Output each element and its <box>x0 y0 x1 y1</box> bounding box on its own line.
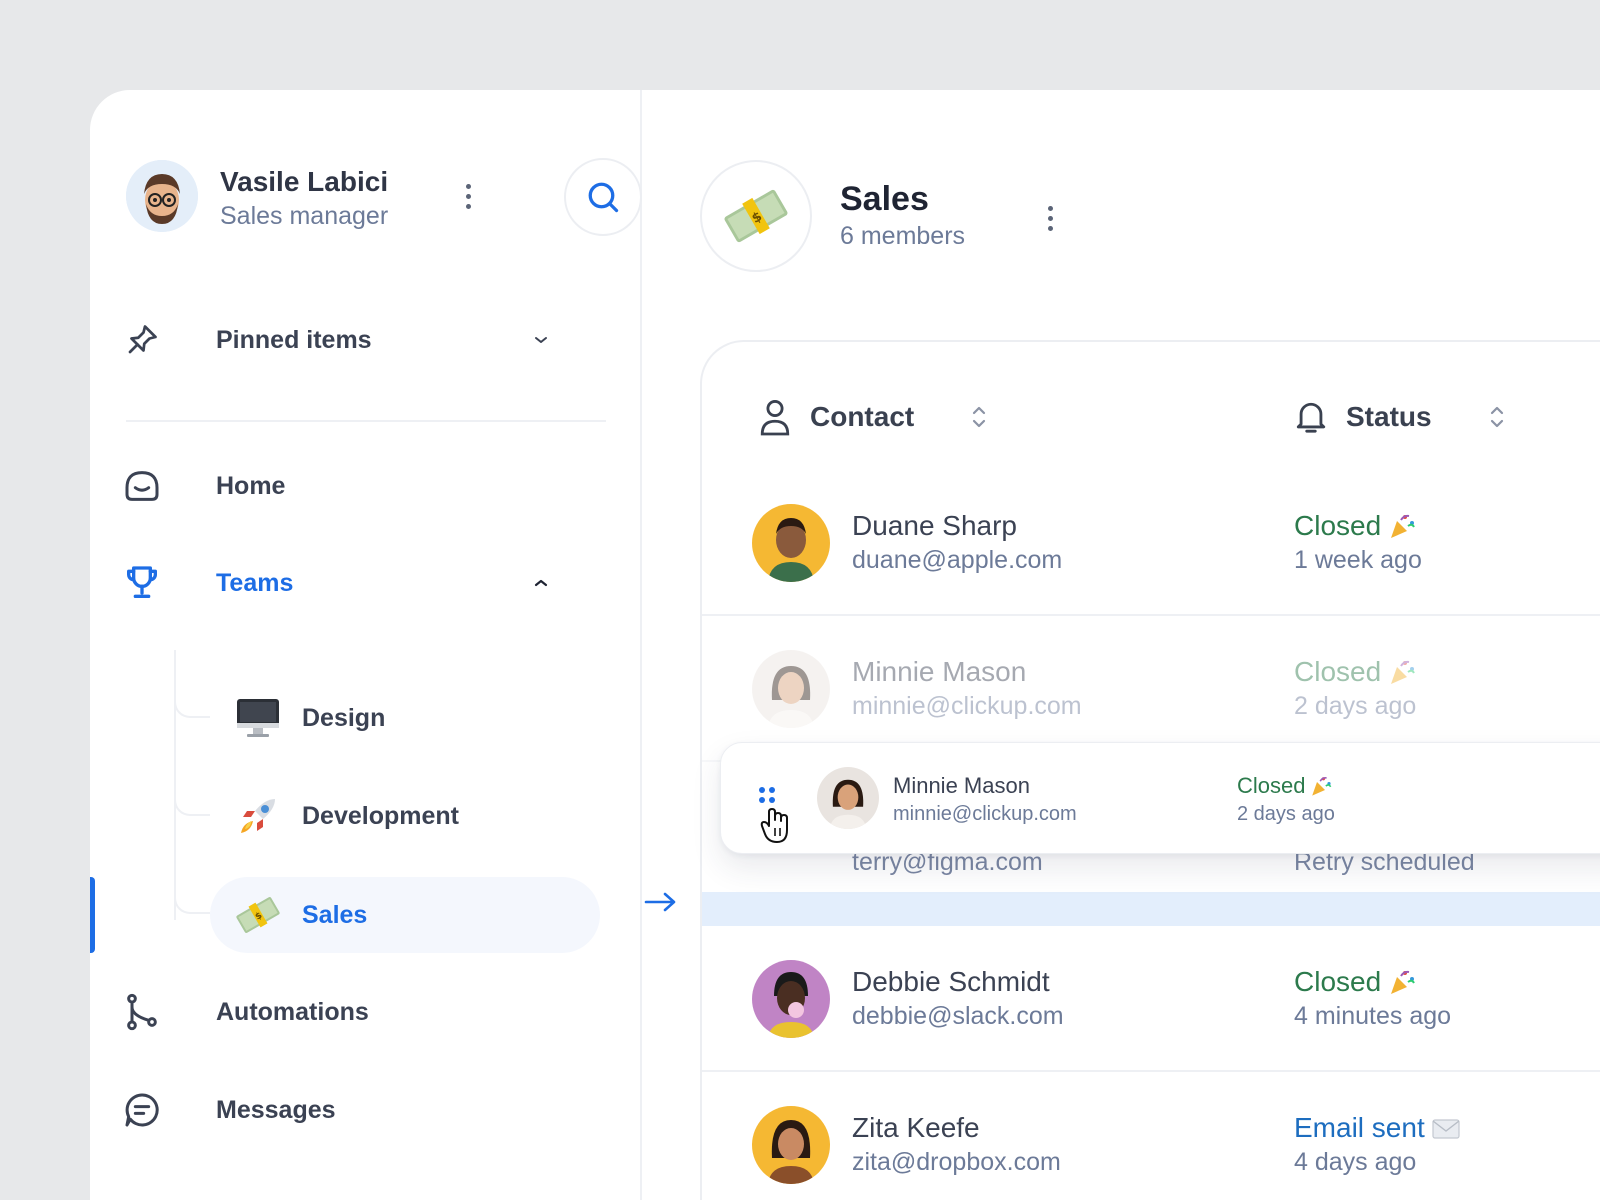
status-time: 1 week ago <box>1294 546 1422 574</box>
status-label: Closed <box>1294 510 1382 541</box>
status-time: 4 minutes ago <box>1294 1002 1452 1030</box>
drop-target-indicator <box>702 892 1600 926</box>
avatar <box>752 650 830 728</box>
money-icon: $ <box>234 891 282 939</box>
avatar <box>752 960 830 1038</box>
contact-name: Zita Keefe <box>852 1112 980 1143</box>
status-label: Closed <box>1294 656 1382 687</box>
column-header-status[interactable]: Status <box>1294 392 1506 442</box>
party-popper-icon <box>1391 514 1416 538</box>
chevron-up-icon[interactable] <box>530 572 552 594</box>
sort-icon[interactable] <box>1488 403 1506 431</box>
contact-email: duane@apple.com <box>852 546 1063 574</box>
contact-email: minnie@clickup.com <box>852 692 1082 720</box>
status-time: 2 days ago <box>1294 692 1417 720</box>
table-row[interactable]: Debbie Schmidt debbie@slack.com Closed 4… <box>702 926 1600 1072</box>
search-icon <box>588 182 619 213</box>
team-item-design[interactable]: Design <box>210 680 600 756</box>
nav-automations[interactable]: Automations <box>120 982 620 1042</box>
dragged-row[interactable]: Minnie Mason minnie@clickup.com Closed 2… <box>720 742 1600 854</box>
chevron-down-icon[interactable] <box>530 329 552 351</box>
column-header-contact[interactable]: Contact <box>758 392 988 442</box>
member-count: 6 members <box>840 222 966 250</box>
status-label: Closed <box>1294 966 1382 997</box>
team-item-sales[interactable]: $ Sales <box>210 877 600 953</box>
message-icon <box>120 1088 164 1132</box>
contact-name: Duane Sharp <box>852 510 1018 541</box>
divider <box>126 420 606 422</box>
column-label: Contact <box>810 401 915 432</box>
arrow-right-icon <box>644 890 678 919</box>
team-more-icon[interactable] <box>1038 198 1062 238</box>
pin-icon <box>120 318 164 362</box>
team-item-label: Design <box>302 703 386 732</box>
contact-name: Debbie Schmidt <box>852 966 1050 997</box>
trophy-icon <box>120 561 164 605</box>
user-profile: Vasile Labici Sales manager <box>126 158 642 240</box>
contact-name: Minnie Mason <box>852 656 1027 687</box>
status-badge: Closed <box>1294 966 1417 998</box>
status-time: 4 days ago <box>1294 1148 1417 1176</box>
party-popper-icon <box>1391 660 1416 684</box>
person-icon <box>760 400 790 436</box>
nav-label: Teams <box>216 568 294 597</box>
table-row[interactable]: Duane Sharp duane@apple.com Closed 1 wee… <box>702 470 1600 616</box>
table-row[interactable]: Minnie Mason minnie@clickup.com Closed 2… <box>702 616 1600 762</box>
status-badge: Closed <box>1294 510 1417 542</box>
status-badge: Email sent <box>1294 1112 1461 1144</box>
team-item-label: Development <box>302 801 459 830</box>
sort-icon[interactable] <box>970 403 988 431</box>
tree-branch <box>174 794 210 816</box>
party-popper-icon <box>1312 777 1332 796</box>
nav-messages[interactable]: Messages <box>120 1080 620 1140</box>
nav-pinned-items[interactable]: Pinned items <box>120 310 620 370</box>
tree-branch <box>174 892 210 914</box>
contact-email: zita@dropbox.com <box>852 1148 1061 1176</box>
status-badge: Closed <box>1294 656 1417 688</box>
desktop-computer-icon <box>234 694 282 742</box>
nav-label: Pinned items <box>216 325 372 354</box>
nav-label: Messages <box>216 1095 336 1124</box>
envelope-icon <box>1432 1119 1460 1139</box>
active-indicator <box>90 877 95 953</box>
profile-role: Sales manager <box>220 202 389 230</box>
status-time: 2 days ago <box>1237 803 1335 825</box>
tree-branch <box>174 696 210 718</box>
nav-teams[interactable]: Teams <box>120 553 620 613</box>
status-label: Closed <box>1237 773 1306 798</box>
avatar[interactable] <box>126 160 198 232</box>
rocket-icon <box>234 792 282 840</box>
app-window: Vasile Labici Sales manager Pinned items <box>90 90 1600 1200</box>
grab-cursor-icon <box>760 806 794 851</box>
profile-name: Vasile Labici <box>220 166 389 197</box>
contact-email: minnie@clickup.com <box>893 803 1077 825</box>
nav-label: Automations <box>216 997 369 1026</box>
home-icon <box>120 464 164 508</box>
party-popper-icon <box>1391 970 1416 994</box>
team-logo: $ <box>700 160 812 272</box>
tree-line <box>174 650 176 920</box>
bell-icon <box>1296 402 1326 433</box>
profile-more-icon[interactable] <box>456 176 480 216</box>
avatar <box>817 767 879 829</box>
team-item-development[interactable]: Development <box>210 778 600 854</box>
money-icon: $ <box>724 189 788 243</box>
contact-email: debbie@slack.com <box>852 1002 1064 1030</box>
page-title: Sales <box>840 180 929 218</box>
nav-home[interactable]: Home <box>120 456 620 516</box>
team-item-label: Sales <box>302 900 368 929</box>
avatar <box>752 1106 830 1184</box>
status-label: Email sent <box>1294 1112 1425 1143</box>
search-button[interactable] <box>564 158 642 236</box>
column-label: Status <box>1346 401 1432 432</box>
sidebar: Vasile Labici Sales manager Pinned items <box>90 90 676 1200</box>
contact-name: Minnie Mason <box>893 773 1030 798</box>
status-badge: Closed <box>1237 773 1333 799</box>
nav-label: Home <box>216 471 286 500</box>
automation-branch-icon <box>120 990 164 1034</box>
avatar <box>752 504 830 582</box>
table-row[interactable]: Zita Keefe zita@dropbox.com Email sent 4… <box>702 1072 1600 1200</box>
